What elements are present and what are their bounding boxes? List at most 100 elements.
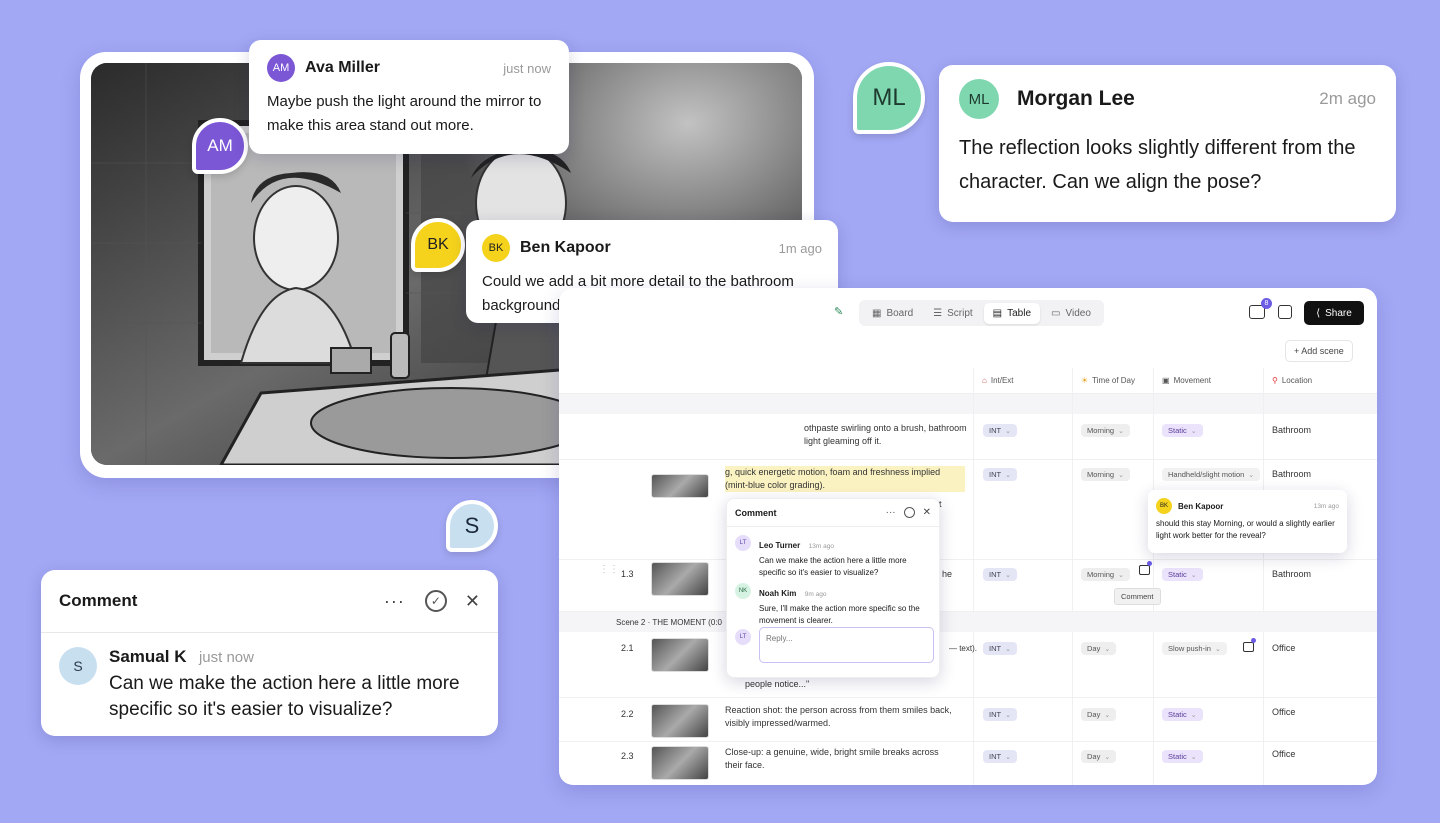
ben-inline-time: 13m ago: [1313, 502, 1339, 510]
leo-name: Leo Turner: [759, 541, 801, 550]
shot-number: 2.1: [621, 643, 634, 653]
movement-select[interactable]: Slow push-in ⌄: [1162, 642, 1227, 655]
ben-inline-name: Ben Kapoor: [1178, 501, 1224, 511]
int-ext-select[interactable]: INT ⌄: [983, 750, 1017, 763]
close-icon[interactable]: ✕: [465, 591, 480, 612]
table-icon: ▤: [992, 307, 1003, 319]
row-description: Reaction shot: the person across from th…: [725, 705, 952, 728]
storyboard-table-panel: ▦ Board ☰ Script ▤ Table ▭ Video ✎ 8 ⟨ Share …: [559, 288, 1377, 785]
row-description: Close-up: a genuine, wide, bright smile …: [725, 747, 939, 770]
ben-inline-avatar: BK: [1156, 498, 1172, 514]
col-int-ext[interactable]: ⌂ Int/Ext: [982, 376, 1014, 385]
col-movement[interactable]: ▣ Movement: [1162, 376, 1211, 385]
view-tabs: ▦ Board ☰ Script ▤ Table ▭ Video: [859, 300, 1104, 326]
ava-time: just now: [503, 60, 551, 76]
tab-board[interactable]: ▦ Board: [863, 303, 922, 324]
table-row[interactable]: 2.1 — text). people notice..." INT ⌄ Day ⌄…: [559, 632, 1377, 698]
comment-tooltip: Comment: [1114, 588, 1161, 605]
noah-name: Noah Kim: [759, 589, 797, 598]
row-location: Office: [1272, 707, 1296, 717]
time-of-day-select[interactable]: Day ⌄: [1081, 708, 1117, 721]
col-location[interactable]: ⚲ Location: [1272, 376, 1312, 385]
noah-avatar: NK: [735, 583, 751, 599]
samual-avatar-bubble[interactable]: S: [446, 500, 498, 552]
resolve-icon[interactable]: [903, 507, 915, 518]
time-of-day-select[interactable]: Day ⌄: [1081, 750, 1117, 763]
drag-handle-icon[interactable]: ⋮⋮: [599, 564, 619, 575]
samual-avatar: S: [59, 647, 97, 685]
tab-video[interactable]: ▭ Video: [1042, 303, 1100, 324]
thread-title: Comment: [735, 507, 777, 518]
close-icon[interactable]: ✕: [923, 507, 931, 518]
ava-comment-card: AM Ava Miller just now Maybe push the li…: [249, 40, 569, 154]
reply-avatar: LT: [735, 629, 751, 645]
table-header: ⌂ Int/Ext ☀ Time of Day ▣ Movement ⚲ Locatio…: [559, 368, 1377, 394]
table-row[interactable]: othpaste swirling onto a brush, bathroom…: [559, 416, 1377, 460]
row-location: Bathroom: [1272, 469, 1312, 479]
table-row[interactable]: 2.3 Close-up: a genuine, wide, bright sm…: [559, 742, 1377, 785]
movement-select[interactable]: Static ⌄: [1162, 708, 1203, 721]
edit-icon[interactable]: ✎: [834, 305, 843, 318]
ben-inline-comment: BK Ben Kapoor 13m ago should this stay M…: [1148, 490, 1347, 553]
int-ext-select[interactable]: INT ⌄: [983, 468, 1017, 481]
morgan-bubble-initials: ML: [872, 84, 906, 111]
thread-comment: NK Noah Kim 9m ago Sure, I'll make the a…: [735, 583, 931, 627]
more-options-icon[interactable]: ···: [384, 591, 405, 612]
shot-number: 1.3: [621, 569, 634, 579]
int-ext-select[interactable]: INT ⌄: [983, 424, 1017, 437]
ava-avatar-bubble[interactable]: AM: [192, 118, 248, 174]
time-of-day-select[interactable]: Day ⌄: [1081, 642, 1117, 655]
resolve-icon[interactable]: ✓: [424, 590, 447, 612]
shot-number: 2.2: [621, 709, 634, 719]
video-icon: ▭: [1051, 307, 1061, 319]
add-comment-icon[interactable]: [1243, 642, 1254, 652]
tab-script[interactable]: ☰ Script: [924, 303, 982, 324]
camera-icon: ▣: [1162, 376, 1170, 385]
time-of-day-select[interactable]: Morning ⌄: [1081, 424, 1130, 437]
shot-thumbnail: [651, 474, 709, 498]
ben-avatar-bubble[interactable]: BK: [411, 218, 465, 272]
movement-select[interactable]: Handheld/slight motion ⌄: [1162, 468, 1261, 481]
reply-input[interactable]: [759, 627, 934, 663]
scene-2-header[interactable]: Scene 2 · THE MOMENT (0:0: [559, 612, 1377, 632]
morgan-avatar-bubble[interactable]: ML: [853, 62, 925, 134]
script-icon: ☰: [933, 307, 943, 319]
tab-table[interactable]: ▤ Table: [983, 302, 1041, 324]
add-comment-icon[interactable]: [1139, 565, 1150, 575]
row-location: Bathroom: [1272, 569, 1312, 579]
movement-select[interactable]: Static ⌄: [1162, 750, 1203, 763]
col-time-of-day[interactable]: ☀ Time of Day: [1081, 376, 1135, 385]
shot-thumbnail: [651, 746, 709, 780]
sun-icon: ☀: [1081, 376, 1089, 385]
leo-text: Can we make the action here a little mor…: [759, 556, 907, 577]
focus-icon[interactable]: [1278, 305, 1292, 319]
int-ext-select[interactable]: INT ⌄: [983, 642, 1017, 655]
row-description: othpaste swirling onto a brush, bathroom…: [804, 423, 967, 446]
time-of-day-select[interactable]: Morning ⌄: [1081, 468, 1130, 481]
share-button[interactable]: ⟨ Share: [1304, 301, 1364, 325]
more-options-icon[interactable]: ···: [886, 507, 896, 518]
time-of-day-select[interactable]: Morning ⌄: [1081, 568, 1130, 581]
ava-name: Ava Miller: [305, 59, 380, 76]
shot-number: 2.3: [621, 751, 634, 761]
ava-comment-text: Maybe push the light around the mirror t…: [267, 93, 542, 134]
row-location: Office: [1272, 749, 1296, 759]
thread-comment: LT Leo Turner 13m ago Can we make the ac…: [735, 535, 931, 579]
table-row[interactable]: ⋮⋮ 1.3 he INT ⌄ Morning ⌄ Static ⌄ Bathroom…: [559, 560, 1377, 612]
morgan-time: 2m ago: [1319, 89, 1376, 108]
movement-select[interactable]: Static ⌄: [1162, 424, 1203, 437]
pin-icon: ⚲: [1272, 376, 1278, 385]
table-row[interactable]: 2.2 Reaction shot: the person across fro…: [559, 698, 1377, 742]
shot-thumbnail: [651, 704, 709, 738]
movement-select[interactable]: Static ⌄: [1162, 568, 1203, 581]
int-ext-select[interactable]: INT ⌄: [983, 568, 1017, 581]
int-ext-select[interactable]: INT ⌄: [983, 708, 1017, 721]
comment-indicator-dot: [1147, 561, 1152, 566]
scene-1-header: [559, 394, 1377, 414]
morgan-name: Morgan Lee: [1017, 87, 1135, 110]
comment-indicator-dot: [1251, 638, 1256, 643]
ben-name: Ben Kapoor: [520, 239, 611, 256]
ava-bubble-initials: AM: [207, 136, 233, 155]
samual-card-title: Comment: [59, 591, 138, 610]
add-scene-button[interactable]: + Add scene: [1285, 340, 1353, 362]
